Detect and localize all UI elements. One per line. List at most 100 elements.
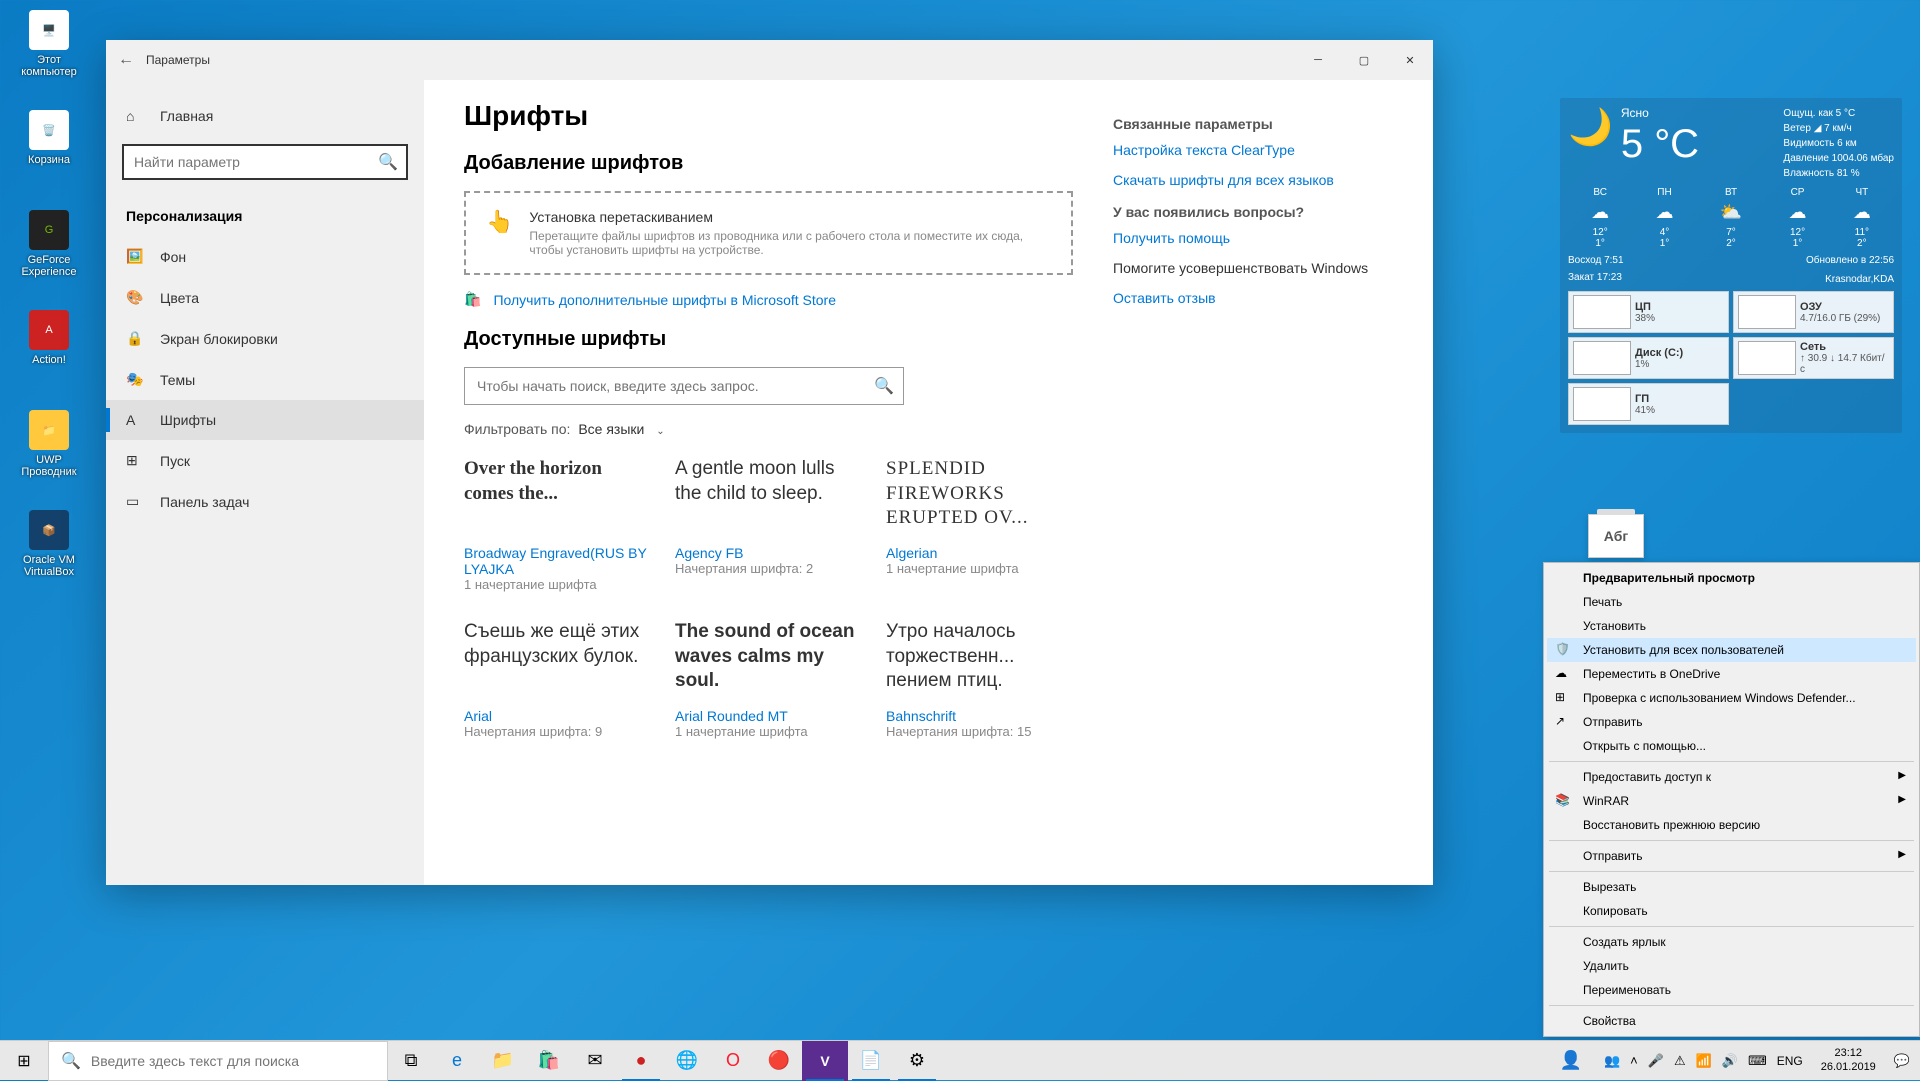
notifications-icon[interactable]: 💬 xyxy=(1894,1053,1910,1069)
microphone-icon[interactable]: 🎤 xyxy=(1648,1053,1664,1069)
link-download-fonts[interactable]: Скачать шрифты для всех языков xyxy=(1113,172,1393,188)
link-cleartype[interactable]: Настройка текста ClearType xyxy=(1113,142,1393,158)
stat-ГП[interactable]: ГП41% xyxy=(1568,383,1729,425)
ctx-item[interactable]: 📚WinRAR▶ xyxy=(1547,789,1916,813)
font-card[interactable]: The sound of ocean waves calms my soul.A… xyxy=(675,620,862,739)
font-card[interactable]: A gentle moon lulls the child to sleep.A… xyxy=(675,457,862,592)
font-name-link[interactable]: Algerian xyxy=(886,545,1073,561)
taskbar-clock[interactable]: 23:12 26.01.2019 xyxy=(1813,1047,1884,1073)
task-view-button[interactable]: ⧉ xyxy=(388,1041,434,1081)
settings-search-input[interactable] xyxy=(122,144,408,180)
taskbar-settings[interactable]: ⚙ xyxy=(894,1041,940,1081)
volume-icon[interactable]: 🔊 xyxy=(1722,1053,1738,1069)
ctx-item[interactable]: Свойства xyxy=(1547,1009,1916,1033)
nav-home[interactable]: ⌂Главная xyxy=(106,96,424,136)
language-indicator[interactable]: ENG xyxy=(1777,1054,1803,1068)
maximize-button[interactable]: ▢ xyxy=(1341,40,1387,80)
font-name-link[interactable]: Arial xyxy=(464,708,651,724)
minimize-button[interactable]: ─ xyxy=(1295,40,1341,80)
ctx-item[interactable]: Копировать xyxy=(1547,899,1916,923)
link-help[interactable]: Получить помощь xyxy=(1113,230,1393,246)
nav-item-фон[interactable]: 🖼️Фон xyxy=(106,236,424,277)
ctx-item[interactable]: Установить xyxy=(1547,614,1916,638)
network-icon[interactable]: 📶 xyxy=(1696,1053,1712,1069)
tray-avatar[interactable]: 👤 xyxy=(1548,1041,1594,1081)
nav-item-панель задач[interactable]: ▭Панель задач xyxy=(106,481,424,522)
ctx-item[interactable]: 🛡️Установить для всех пользователей xyxy=(1547,638,1916,662)
nav-item-темы[interactable]: 🎭Темы xyxy=(106,359,424,400)
start-button[interactable]: ⊞ xyxy=(0,1041,48,1081)
taskbar-search[interactable]: 🔍 xyxy=(48,1041,388,1081)
forecast-day: СР☁12°1° xyxy=(1789,187,1807,249)
nav-item-цвета[interactable]: 🎨Цвета xyxy=(106,277,424,318)
taskbar-chrome[interactable]: 🔴 xyxy=(756,1041,802,1081)
ctx-label: Восстановить прежнюю версию xyxy=(1583,818,1760,832)
desktop-icon-recycle-bin[interactable]: 🗑️Корзина xyxy=(12,110,86,166)
store-link-row[interactable]: 🛍️ Получить дополнительные шрифты в Micr… xyxy=(464,291,1073,308)
ctx-label: Свойства xyxy=(1583,1014,1636,1028)
font-search-input[interactable] xyxy=(464,367,904,405)
taskbar-action[interactable]: ● xyxy=(618,1041,664,1081)
font-card[interactable]: Утро началось торжественн... пением птиц… xyxy=(886,620,1073,739)
ctx-item[interactable]: Открыть с помощью... xyxy=(1547,734,1916,758)
taskbar-notepad[interactable]: 📄 xyxy=(848,1041,894,1081)
weather-widget[interactable]: 🌙 Ясно 5 °C Ощущ. как 5 °CВетер ◢ 7 км/ч… xyxy=(1560,98,1902,433)
desktop-icon-geforce[interactable]: GGeForce Experience xyxy=(12,210,86,278)
font-card[interactable]: Съешь же ещё этих французских булок.Aria… xyxy=(464,620,651,739)
font-card[interactable]: SPLENDID FIREWORKS ERUPTED OV...Algerian… xyxy=(886,457,1073,592)
font-drop-zone[interactable]: 👆 Установка перетаскиванием Перетащите ф… xyxy=(464,191,1073,275)
font-name-link[interactable]: Agency FB xyxy=(675,545,862,561)
ctx-item[interactable]: Восстановить прежнюю версию xyxy=(1547,813,1916,837)
nav-icon: ⊞ xyxy=(126,452,144,469)
ctx-item[interactable]: Предварительный просмотр xyxy=(1547,566,1916,590)
nav-item-экран блокировки[interactable]: 🔒Экран блокировки xyxy=(106,318,424,359)
context-menu: Предварительный просмотрПечатьУстановить… xyxy=(1543,562,1920,1037)
titlebar[interactable]: ← Параметры ─ ▢ ✕ xyxy=(106,40,1433,80)
font-name-link[interactable]: Broadway Engraved(RUS BY LYAJKA xyxy=(464,545,651,577)
taskbar-search-input[interactable] xyxy=(91,1053,375,1069)
taskbar-edge[interactable]: e xyxy=(434,1041,480,1081)
taskbar-store[interactable]: 🛍️ xyxy=(526,1041,572,1081)
ctx-item[interactable]: Создать ярлык xyxy=(1547,930,1916,954)
people-icon[interactable]: 👥 xyxy=(1604,1053,1620,1069)
ctx-item[interactable]: ⊞Проверка с использованием Windows Defen… xyxy=(1547,686,1916,710)
font-name-link[interactable]: Arial Rounded MT xyxy=(675,708,862,724)
taskbar-app1[interactable]: 🌐 xyxy=(664,1041,710,1081)
ctx-item[interactable]: Печать xyxy=(1547,590,1916,614)
stat-ЦП[interactable]: ЦП38% xyxy=(1568,291,1729,333)
ctx-item[interactable]: Переименовать xyxy=(1547,978,1916,1002)
warning-icon[interactable]: ⚠ xyxy=(1674,1053,1686,1069)
keyboard-icon[interactable]: ⌨ xyxy=(1748,1053,1767,1069)
ctx-item[interactable]: ☁Переместить в OneDrive xyxy=(1547,662,1916,686)
ctx-item[interactable]: Удалить xyxy=(1547,954,1916,978)
ctx-item[interactable]: Вырезать xyxy=(1547,875,1916,899)
stat-Диск (C:)[interactable]: Диск (C:)1% xyxy=(1568,337,1729,379)
desktop-icon-uwp-explorer[interactable]: 📁UWP Проводник xyxy=(12,410,86,478)
taskbar-mail[interactable]: ✉ xyxy=(572,1041,618,1081)
store-link[interactable]: Получить дополнительные шрифты в Microso… xyxy=(493,292,836,308)
ctx-item[interactable]: Отправить▶ xyxy=(1547,844,1916,868)
taskbar-explorer[interactable]: 📁 xyxy=(480,1041,526,1081)
taskbar-opera[interactable]: O xyxy=(710,1041,756,1081)
font-meta: Начертания шрифта: 15 xyxy=(886,724,1073,739)
font-card[interactable]: Over the horizon comes the...Broadway En… xyxy=(464,457,651,592)
stat-Сеть[interactable]: Сеть↑ 30.9 ↓ 14.7 Кбит/с xyxy=(1733,337,1894,379)
ctx-item[interactable]: Предоставить доступ к▶ xyxy=(1547,765,1916,789)
desktop-icon-action[interactable]: AAction! xyxy=(12,310,86,366)
font-file-icon[interactable]: Абг xyxy=(1588,514,1644,558)
ctx-label: Удалить xyxy=(1583,959,1629,973)
desktop-icon-virtualbox[interactable]: 📦Oracle VM VirtualBox xyxy=(12,510,86,578)
back-button[interactable]: ← xyxy=(106,51,146,69)
link-feedback[interactable]: Оставить отзыв xyxy=(1113,290,1393,306)
font-name-link[interactable]: Bahnschrift xyxy=(886,708,1073,724)
nav-item-пуск[interactable]: ⊞Пуск xyxy=(106,440,424,481)
nav-item-шрифты[interactable]: AШрифты xyxy=(106,400,424,440)
filter-row[interactable]: Фильтровать по: Все языки ⌄ xyxy=(464,421,1073,437)
ctx-item[interactable]: ↗Отправить xyxy=(1547,710,1916,734)
tray-chevron-up-icon[interactable]: ˄ xyxy=(1630,1053,1638,1068)
taskbar-visual[interactable]: V xyxy=(802,1041,848,1081)
desktop-icon-computer[interactable]: 🖥️Этот компьютер xyxy=(12,10,86,78)
close-button[interactable]: ✕ xyxy=(1387,40,1433,80)
ctx-label: Отправить xyxy=(1583,849,1643,863)
stat-ОЗУ[interactable]: ОЗУ4.7/16.0 ГБ (29%) xyxy=(1733,291,1894,333)
